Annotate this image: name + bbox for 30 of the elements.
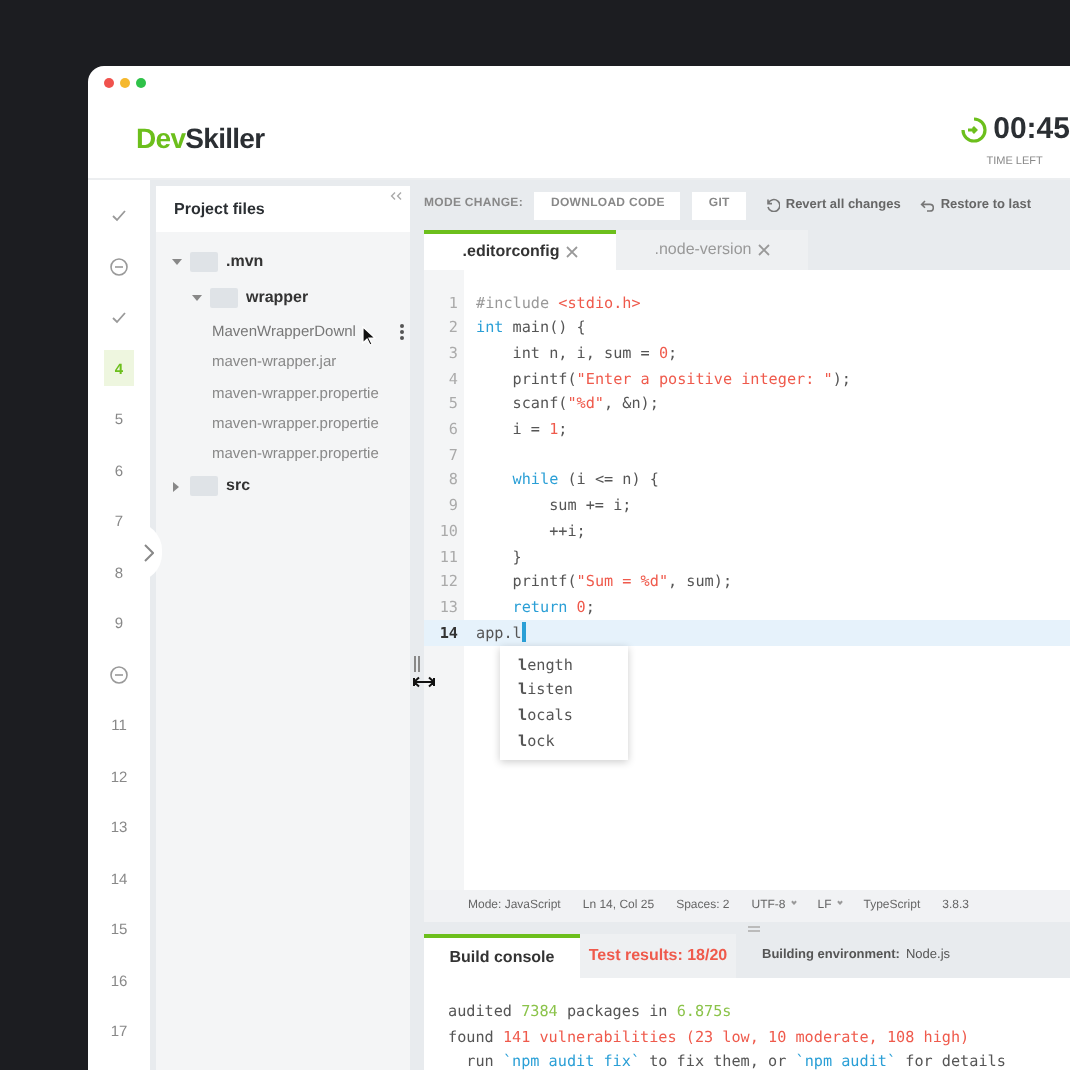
splitter-grip-icon[interactable] xyxy=(414,656,420,672)
editor-tab[interactable]: .node-version xyxy=(616,230,808,270)
check-icon xyxy=(112,209,126,222)
text-cursor xyxy=(521,622,526,643)
dropdown-icon xyxy=(836,898,843,904)
pointer-cursor-icon xyxy=(362,326,376,346)
folder-item[interactable]: src xyxy=(156,468,410,505)
timer: 00:45 xyxy=(993,110,1070,151)
caret-down-icon xyxy=(172,258,182,266)
resize-cursor-icon xyxy=(412,676,436,688)
collapse-panel-icon[interactable] xyxy=(390,192,402,200)
check-icon xyxy=(112,311,126,324)
close-icon[interactable] xyxy=(757,244,770,256)
return-arrow-icon xyxy=(920,199,935,211)
folder-item[interactable]: wrapper xyxy=(156,280,410,316)
chevron-right-icon xyxy=(143,543,153,561)
console-tab[interactable]: Build console xyxy=(424,934,580,978)
folder-item[interactable]: .mvn xyxy=(156,244,410,280)
console-tab[interactable]: Test results: 18/20 xyxy=(580,934,736,978)
dropdown-icon xyxy=(790,898,797,904)
panel-title: Project files xyxy=(174,197,265,221)
close-icon[interactable] xyxy=(565,246,578,258)
caret-down-icon xyxy=(192,294,202,302)
drag-handle-icon[interactable] xyxy=(748,925,760,931)
caret-right-icon xyxy=(172,481,182,492)
timer-icon xyxy=(959,116,988,145)
minus-circle-icon xyxy=(110,257,128,276)
logo: DevSkiller xyxy=(136,120,265,158)
minus-circle-icon xyxy=(110,665,128,684)
editor-tab[interactable]: .editorconfig xyxy=(424,230,616,270)
